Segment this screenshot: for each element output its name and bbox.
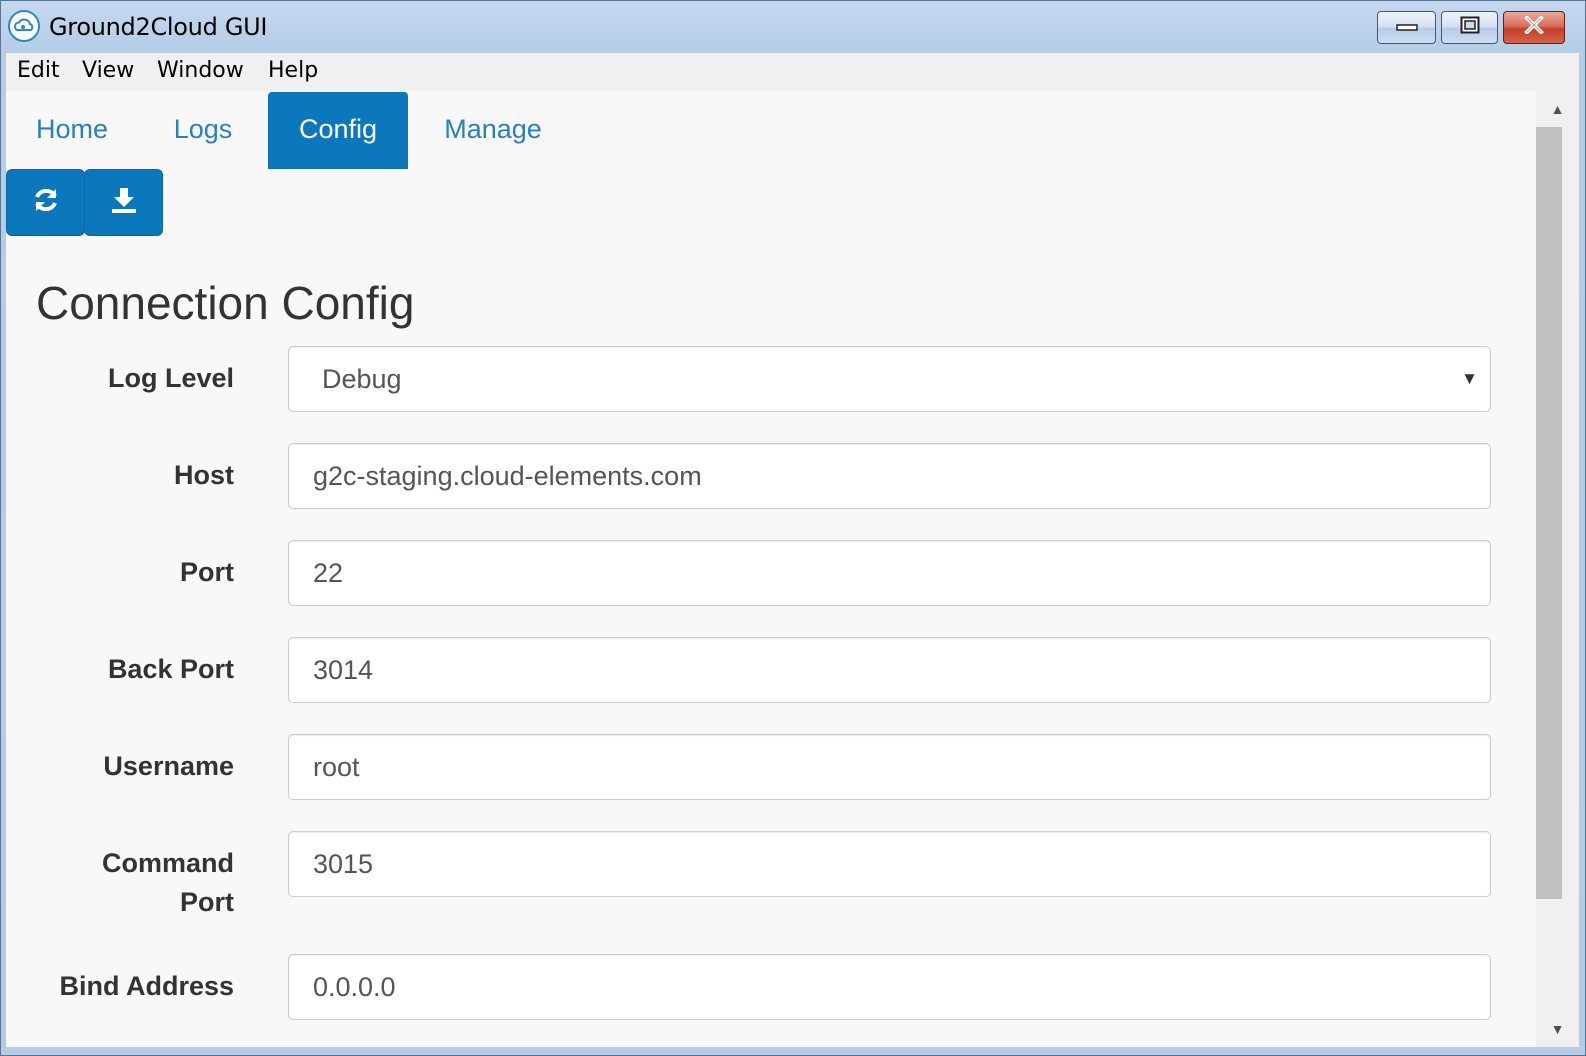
client-area: Edit View Window Help Home Logs Config M… xyxy=(6,53,1579,1047)
maximize-button[interactable] xyxy=(1441,11,1498,44)
command-port-input[interactable] xyxy=(288,831,1491,897)
scroll-thumb[interactable] xyxy=(1536,127,1562,899)
app-window: Ground2Cloud GUI Edit View Window Help H… xyxy=(0,0,1586,1056)
tab-logs[interactable]: Logs xyxy=(138,92,268,169)
username-label: Username xyxy=(103,751,234,781)
scroll-down-arrow-icon[interactable]: ▼ xyxy=(1536,1011,1579,1047)
menu-window[interactable]: Window xyxy=(157,58,244,83)
port-label: Port xyxy=(180,557,234,587)
command-port-label-line2: Port xyxy=(180,887,234,917)
tab-home[interactable]: Home xyxy=(7,92,137,169)
refresh-icon xyxy=(31,185,61,220)
main-content: Home Logs Config Manage Connection Confi… xyxy=(6,91,1536,1047)
back-port-input[interactable] xyxy=(288,637,1491,703)
bind-address-input[interactable] xyxy=(288,954,1491,1020)
download-button[interactable] xyxy=(84,169,163,236)
title-bar[interactable]: Ground2Cloud GUI xyxy=(1,1,1585,53)
maximize-icon xyxy=(1460,16,1480,39)
refresh-button[interactable] xyxy=(6,169,85,236)
menu-view[interactable]: View xyxy=(82,58,134,83)
vertical-scrollbar[interactable]: ▲ ▼ xyxy=(1536,91,1579,1047)
host-label: Host xyxy=(174,460,234,490)
window-title: Ground2Cloud GUI xyxy=(49,13,268,41)
tab-config[interactable]: Config xyxy=(268,92,408,169)
section-title: Connection Config xyxy=(36,277,415,329)
scroll-up-arrow-icon[interactable]: ▲ xyxy=(1536,91,1579,127)
cloud-app-icon xyxy=(8,10,40,42)
close-button[interactable] xyxy=(1503,11,1565,44)
log-level-label: Log Level xyxy=(107,363,234,393)
bind-address-label: Bind Address xyxy=(59,971,234,1001)
port-input[interactable] xyxy=(288,540,1491,606)
minimize-icon xyxy=(1395,19,1418,37)
username-input[interactable] xyxy=(288,734,1491,800)
command-port-label-line1: Command xyxy=(101,848,234,878)
chevron-down-icon: ▼ xyxy=(1461,369,1478,388)
menu-help[interactable]: Help xyxy=(268,58,318,83)
minimize-button[interactable] xyxy=(1377,11,1436,44)
log-level-value: Debug xyxy=(322,363,402,394)
close-icon xyxy=(1523,15,1545,39)
menu-bar: Edit View Window Help xyxy=(6,53,1579,91)
download-icon xyxy=(109,185,139,220)
tab-manage[interactable]: Manage xyxy=(418,92,568,169)
menu-edit[interactable]: Edit xyxy=(17,58,60,83)
log-level-select[interactable]: Debug ▼ xyxy=(288,346,1491,412)
host-input[interactable] xyxy=(288,443,1491,509)
back-port-label: Back Port xyxy=(107,654,234,684)
